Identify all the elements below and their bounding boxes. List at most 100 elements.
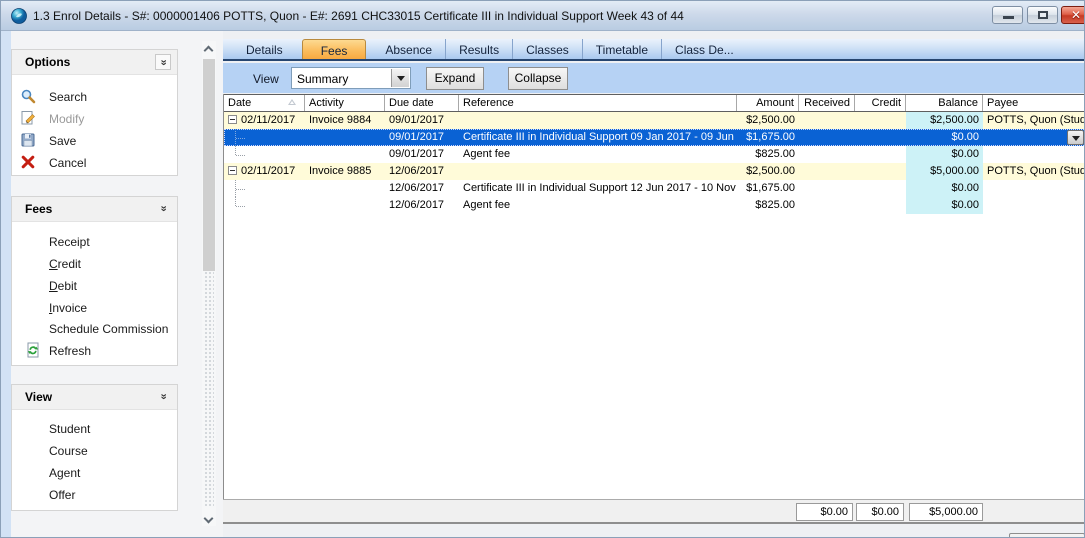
view-select-value: Summary	[297, 72, 348, 86]
sidebar-item-credit[interactable]: Credit	[12, 253, 177, 275]
sidebar-item-search[interactable]: Search	[12, 86, 177, 108]
sidebar-item-refresh[interactable]: Refresh	[12, 340, 177, 362]
collapse-panel-icon[interactable]: »	[155, 201, 171, 217]
sidebar-scrollbar[interactable]	[202, 41, 216, 526]
search-icon	[20, 88, 36, 104]
sidebar-item-student[interactable]: Student	[12, 418, 177, 440]
collapse-panel-icon[interactable]: »	[155, 389, 171, 405]
sidebar-item-label: Modify	[49, 112, 84, 126]
column-header-balance[interactable]: Balance	[906, 95, 983, 111]
table-row[interactable]: 09/01/2017 Agent fee $825.00 $0.00	[224, 146, 1085, 163]
sidebar-item-modify[interactable]: Modify	[12, 108, 177, 130]
sidebar-item-label: Debit	[49, 279, 77, 293]
tab-results[interactable]: Results	[445, 39, 512, 59]
options-panel-title: Options	[25, 55, 70, 69]
options-panel-header[interactable]: Options »	[12, 50, 177, 75]
sidebar-item-label: Offer	[49, 488, 75, 502]
sidebar-item-cancel[interactable]: Cancel	[12, 152, 177, 174]
balance-total: $5,000.00	[909, 503, 983, 521]
view-panel: View » Student Course Agent Offer	[11, 384, 178, 511]
sidebar-item-label: Receipt	[49, 235, 90, 249]
title-bar[interactable]: 1.3 Enrol Details - S#: 0000001406 POTTS…	[1, 1, 1085, 31]
tree-line	[236, 206, 245, 207]
scroll-up-icon[interactable]	[204, 46, 214, 56]
collapse-button[interactable]: Collapse	[508, 67, 568, 90]
tab-strip: Details Fees Absence Results Classes Tim…	[223, 39, 1085, 61]
sidebar-item-offer[interactable]: Offer	[12, 484, 177, 506]
grid-header: Date Activity Due date Reference Amount …	[224, 94, 1085, 112]
fees-panel-header[interactable]: Fees »	[12, 197, 177, 222]
close-icon: ✕	[1062, 8, 1085, 22]
close-form-button[interactable]: Close	[1009, 533, 1085, 538]
sidebar-item-label: Agent	[49, 466, 80, 480]
cancel-icon	[20, 154, 36, 170]
scrollbar-thumb[interactable]	[203, 59, 215, 271]
table-row-selected[interactable]: 09/01/2017 Certificate III in Individual…	[224, 129, 1085, 146]
fees-panel-title: Fees	[25, 202, 52, 216]
sidebar-item-course[interactable]: Course	[12, 440, 177, 462]
sidebar-item-schedule-commission[interactable]: Schedule Commission	[12, 318, 177, 340]
column-header-reference[interactable]: Reference	[459, 95, 737, 111]
sidebar-item-label: Refresh	[49, 344, 91, 358]
column-header-received[interactable]: Received	[799, 95, 855, 111]
maximize-button[interactable]	[1027, 6, 1058, 24]
window-left-edge	[1, 31, 11, 538]
close-button[interactable]: ✕	[1061, 6, 1085, 24]
sidebar-item-label: Schedule Commission	[49, 322, 168, 336]
view-select[interactable]: Summary	[291, 67, 411, 89]
scrollbar-track[interactable]	[204, 271, 214, 508]
column-header-due-date[interactable]: Due date	[385, 95, 459, 111]
sidebar-item-debit[interactable]: Debit	[12, 275, 177, 297]
sidebar-item-label: Invoice	[49, 301, 87, 315]
tab-absence[interactable]: Absence	[372, 39, 445, 59]
expand-button[interactable]: Expand	[426, 67, 484, 90]
collapse-node-icon[interactable]	[228, 115, 237, 124]
fees-grid: Date Activity Due date Reference Amount …	[223, 94, 1085, 499]
chevron-down-icon[interactable]	[391, 69, 409, 87]
view-panel-header[interactable]: View »	[12, 385, 177, 410]
tab-fees[interactable]: Fees	[302, 39, 367, 59]
totals-bar: $0.00 $0.00 $5,000.00	[223, 499, 1085, 524]
table-row-invoice-9884[interactable]: 02/11/2017 Invoice 9884 09/01/2017 $2,50…	[224, 112, 1085, 129]
sidebar-item-label: Course	[49, 444, 88, 458]
minimize-button[interactable]	[992, 6, 1023, 24]
tree-line	[236, 138, 245, 139]
table-row[interactable]: 12/06/2017 Agent fee $825.00 $0.00	[224, 197, 1085, 214]
scroll-down-icon[interactable]	[204, 514, 214, 524]
fees-toolbar: View Summary Expand Collapse	[223, 63, 1085, 93]
column-header-credit[interactable]: Credit	[855, 95, 906, 111]
sidebar-item-label: Search	[49, 90, 87, 104]
enrol-details-window: 1.3 Enrol Details - S#: 0000001406 POTTS…	[0, 0, 1085, 538]
column-header-payee[interactable]: Payee	[983, 95, 1085, 111]
chevron-down-icon	[1072, 136, 1080, 141]
table-row[interactable]: 12/06/2017 Certificate III in Individual…	[224, 180, 1085, 197]
sidebar-item-receipt[interactable]: Receipt	[12, 231, 177, 253]
tab-classes[interactable]: Classes	[512, 39, 582, 59]
collapse-node-icon[interactable]	[228, 166, 237, 175]
tab-details[interactable]: Details	[233, 39, 296, 59]
window-title: 1.3 Enrol Details - S#: 0000001406 POTTS…	[33, 9, 684, 23]
sidebar-item-label: Save	[49, 134, 76, 148]
tab-timetable[interactable]: Timetable	[582, 39, 661, 59]
collapse-panel-icon[interactable]: »	[155, 54, 171, 70]
tab-class-details[interactable]: Class De...	[661, 39, 747, 59]
save-icon	[20, 132, 36, 148]
column-header-activity[interactable]: Activity	[305, 95, 385, 111]
minimize-icon	[1003, 16, 1014, 19]
sidebar-item-save[interactable]: Save	[12, 130, 177, 152]
options-panel: Options » Search Modify Save Cancel	[11, 49, 178, 176]
tree-line	[236, 189, 245, 190]
table-row-invoice-9885[interactable]: 02/11/2017 Invoice 9885 12/06/2017 $2,50…	[224, 163, 1085, 180]
credit-total: $0.00	[856, 503, 904, 521]
sort-asc-icon	[288, 99, 296, 105]
column-header-amount[interactable]: Amount	[737, 95, 799, 111]
view-label: View	[253, 72, 279, 86]
received-total: $0.00	[796, 503, 853, 521]
main-content: Details Fees Absence Results Classes Tim…	[223, 31, 1085, 538]
sidebar-item-agent[interactable]: Agent	[12, 462, 177, 484]
tree-line	[236, 155, 245, 156]
sidebar-item-invoice[interactable]: Invoice	[12, 297, 177, 319]
column-header-date[interactable]: Date	[224, 95, 305, 111]
payee-dropdown-button[interactable]	[1067, 130, 1084, 145]
sidebar-item-label: Student	[49, 422, 90, 436]
